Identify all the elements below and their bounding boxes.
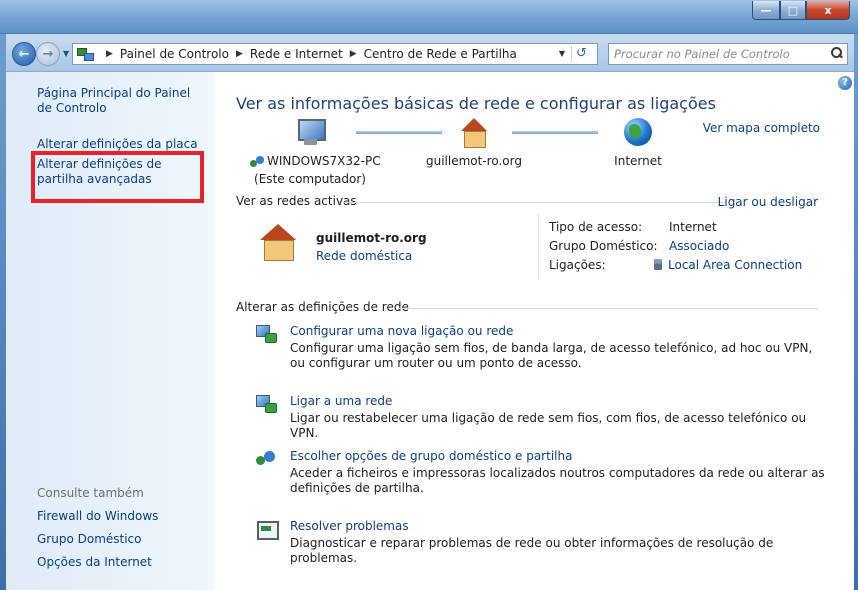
- network-node-label: guillemot-ro.org: [426, 154, 522, 168]
- recent-pages-dropdown[interactable]: ▼: [63, 49, 69, 58]
- globe-icon: [621, 118, 655, 148]
- connect-network-icon: [256, 395, 277, 413]
- local-area-connection-link[interactable]: Local Area Connection: [654, 256, 802, 275]
- address-bar[interactable]: ▶ Painel de Controlo ▶ Rede e Internet ▶…: [72, 43, 598, 65]
- maximize-icon: □: [787, 3, 799, 17]
- search-placeholder: Procurar no Painel de Controlo: [614, 47, 790, 61]
- internet-node-label: Internet: [614, 154, 662, 168]
- setup-connection-description: Configurar uma ligação sem fios, de band…: [290, 341, 813, 370]
- computer-icon: [293, 118, 327, 148]
- breadcrumb-separator-icon[interactable]: ▶: [350, 49, 357, 59]
- see-also-label: Consulte também: [37, 486, 144, 500]
- homegroup-label: Grupo Doméstico:: [549, 239, 658, 253]
- homegroup-icon: [256, 450, 276, 468]
- access-type-value: Internet: [669, 220, 717, 234]
- connect-network-description: Ligar ou restabelecer uma ligação de red…: [290, 411, 807, 440]
- close-icon: x: [824, 3, 832, 17]
- forward-button[interactable]: →: [36, 42, 60, 66]
- active-network-name: guillemot-ro.org: [316, 231, 427, 245]
- this-computer-node: WINDOWS7X32-PC (Este computador): [250, 118, 381, 187]
- homegroup-link[interactable]: Grupo Doméstico: [37, 532, 142, 547]
- this-computer-label: (Este computador): [254, 171, 366, 186]
- breadcrumb-network-center[interactable]: Centro de Rede e Partilha: [364, 47, 517, 61]
- back-button[interactable]: ←: [12, 42, 36, 66]
- minimize-button[interactable]: —: [752, 1, 780, 20]
- internet-options-link[interactable]: Opções da Internet: [37, 555, 152, 570]
- forward-arrow-icon: →: [42, 46, 54, 62]
- network-type-link[interactable]: Rede doméstica: [316, 249, 412, 263]
- homegroup-sharing-link[interactable]: Escolher opções de grupo doméstico e par…: [290, 449, 572, 463]
- internet-node: Internet: [578, 118, 698, 169]
- search-input[interactable]: Procurar no Painel de Controlo: [608, 43, 848, 65]
- active-network-icon: [258, 224, 296, 261]
- control-panel-home-link[interactable]: Página Principal do Painel de Controlo: [37, 86, 207, 116]
- troubleshoot-link[interactable]: Resolver problemas: [290, 519, 409, 533]
- navigation-bar: ← → ▼ ▶ Painel de Controlo ▶ Rede e Inte…: [6, 34, 854, 72]
- back-arrow-icon: ←: [18, 46, 30, 62]
- breadcrumb-separator-icon[interactable]: ▶: [106, 49, 113, 59]
- homegroup-status-link[interactable]: Associado: [669, 237, 729, 256]
- see-full-map-link[interactable]: Ver mapa completo: [703, 121, 820, 135]
- page-title: Ver as informações básicas de rede e con…: [236, 94, 716, 113]
- network-folder-icon: [77, 47, 94, 61]
- connect-disconnect-link[interactable]: Ligar ou desligar: [718, 195, 818, 209]
- network-plug-icon: [654, 259, 662, 270]
- title-bar: — □ x: [0, 0, 858, 34]
- house-icon: [457, 118, 491, 148]
- address-dropdown-icon[interactable]: ▼: [559, 49, 565, 58]
- network-node: guillemot-ro.org: [414, 118, 534, 169]
- homegroup-sharing-description: Aceder a ficheiros e impressoras localiz…: [290, 466, 825, 495]
- home-network-icon: [258, 224, 296, 261]
- active-networks-label: Ver as redes activas: [236, 194, 357, 208]
- breadcrumb-control-panel[interactable]: Painel de Controlo: [120, 47, 229, 61]
- access-type-label: Tipo de acesso:: [549, 220, 643, 234]
- main-content: ? Ver as informações básicas de rede e c…: [214, 72, 854, 590]
- breadcrumb-separator-icon[interactable]: ▶: [236, 49, 243, 59]
- connect-network-link[interactable]: Ligar a uma rede: [290, 394, 392, 408]
- windows-firewall-link[interactable]: Firewall do Windows: [37, 509, 158, 524]
- vertical-divider: [538, 214, 539, 280]
- change-settings-label: Alterar as definições de rede: [236, 300, 409, 314]
- connections-label: Ligações:: [549, 258, 606, 272]
- change-adapter-settings-link[interactable]: Alterar definições da placa: [37, 137, 198, 152]
- search-icon[interactable]: [831, 47, 843, 59]
- section-divider: [398, 308, 818, 309]
- help-icon[interactable]: ?: [838, 76, 852, 90]
- setup-connection-link[interactable]: Configurar uma nova ligação ou rede: [290, 324, 513, 338]
- advanced-sharing-settings-link[interactable]: Alterar definições de partilha avançadas: [35, 155, 200, 187]
- close-button[interactable]: x: [806, 1, 850, 20]
- highlight-box: Alterar definições de partilha avançadas: [31, 151, 204, 203]
- tasks-pane: Página Principal do Painel de Controlo A…: [6, 72, 214, 590]
- new-connection-icon: [256, 325, 277, 343]
- computer-name: WINDOWS7X32-PC: [250, 154, 381, 172]
- troubleshoot-description: Diagnosticar e reparar problemas de rede…: [290, 536, 774, 565]
- window-frame-right: [854, 34, 858, 590]
- breadcrumb-network-internet[interactable]: Rede e Internet: [250, 47, 343, 61]
- network-computer-icon: [250, 155, 264, 168]
- maximize-button[interactable]: □: [780, 1, 806, 20]
- refresh-icon[interactable]: ↺: [571, 46, 591, 62]
- window-controls: — □ x: [752, 1, 850, 20]
- minimize-icon: —: [760, 3, 772, 17]
- section-divider: [344, 202, 726, 203]
- troubleshoot-icon: [256, 520, 279, 540]
